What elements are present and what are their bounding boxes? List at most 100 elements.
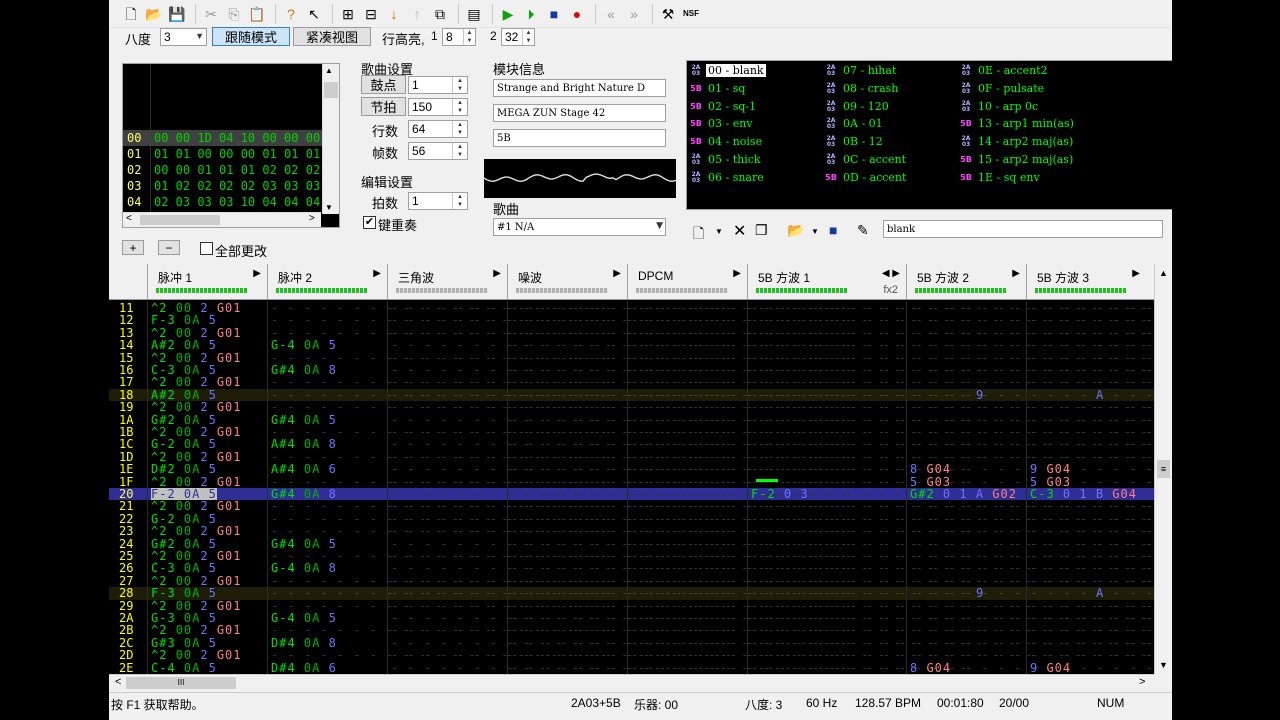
module-copyright-field[interactable]: 5B — [493, 129, 666, 147]
follow-mode-button[interactable]: 跟随模式 — [212, 27, 290, 46]
instrument-item[interactable]: 2A 03 09 - 120 — [825, 98, 891, 115]
spin-arrows-icon[interactable]: ▲ ▼ — [452, 99, 467, 115]
play-icon[interactable]: ▶ — [498, 4, 518, 24]
channel-arrow-icon[interactable]: ▶ — [493, 268, 501, 279]
add-frame-button[interactable]: + — [122, 240, 144, 255]
pattern-vscrollbar[interactable]: ▲ ≡ ▼ — [1154, 264, 1172, 674]
new-instrument-icon[interactable]: 🗋 — [693, 223, 704, 247]
instrument-item[interactable]: 5B 13 - arp1 min(as) — [960, 115, 1076, 132]
pattern-row[interactable]: 21 ^2 00 2 G01- - - - - - - - - - - - - -… — [109, 500, 1154, 513]
instrument-list[interactable]: 2A 03 00 - blank 5B 01 - sq 5B 02 - sq-1 5B 03 -… — [686, 60, 1172, 210]
instrument-item[interactable]: 2A 03 00 - blank — [690, 62, 766, 79]
scroll-left-icon[interactable]: < — [126, 213, 132, 224]
channel-header-2[interactable]: 三角波 ▶ — [387, 264, 507, 300]
instrument-item[interactable]: 2A 03 0E - accent2 — [960, 62, 1050, 79]
keyrepeat-checkbox[interactable]: ✔ — [363, 216, 376, 229]
spin-arrows-icon[interactable]: ▲ ▼ — [452, 143, 467, 159]
pointer-help-icon[interactable]: ↖ — [304, 4, 324, 24]
module-artist-field[interactable]: MEGA ZUN Stage 42 — [493, 104, 666, 122]
cut-icon[interactable]: ✂ — [201, 4, 221, 24]
channel-scroll-icon[interactable]: ◀ ▶ — [882, 268, 900, 279]
pattern-row[interactable]: 2B ^2 00 2 G01- - - - - - - - - - - - - -… — [109, 624, 1154, 637]
instrument-item[interactable]: 2A 03 14 - arp2 maj(as) — [960, 133, 1075, 150]
save-icon[interactable]: 💾 — [167, 4, 187, 24]
frame-hscrollbar[interactable]: < > — [123, 212, 321, 227]
load-instrument-icon[interactable]: 📂 — [787, 222, 804, 239]
spin-arrows-icon[interactable]: ▲ ▼ — [452, 77, 467, 93]
frame-row[interactable]: 00 00 00 1D 04 10 00 00 00 — [123, 130, 323, 146]
instrument-item[interactable]: 5B 02 - sq-1 — [690, 98, 758, 115]
instrument-item[interactable]: 2A 03 07 - hihat — [825, 62, 898, 79]
duplicate-frame-icon[interactable]: ⧉ — [430, 4, 450, 24]
channel-arrow-icon[interactable]: ▶ — [1132, 268, 1140, 279]
channel-arrow-icon[interactable]: ▶ — [733, 268, 741, 279]
song-select[interactable]: #1 N/A ▼ — [493, 218, 666, 236]
highlight2-spinner[interactable]: 32 ▲ ▼ — [501, 28, 535, 46]
scroll-right-icon[interactable]: > — [1139, 676, 1145, 688]
instrument-item[interactable]: 2A 03 10 - arp 0c — [960, 98, 1040, 115]
compact-view-button[interactable]: 紧凑视图 — [293, 27, 371, 46]
instrument-item[interactable]: 5B 0D - accent — [825, 169, 908, 186]
channel-arrow-icon[interactable]: ▶ — [373, 268, 381, 279]
frame-row[interactable]: 02 00 00 01 01 01 02 02 02 — [123, 162, 323, 178]
channel-arrow-icon[interactable]: ▶ — [253, 268, 261, 279]
channel-header-0[interactable]: 脉冲 1 ▶ — [147, 264, 267, 300]
new-file-icon[interactable]: 🗋 — [121, 4, 141, 24]
clone-instrument-icon[interactable]: ❐ — [755, 222, 768, 239]
scroll-down-icon[interactable]: ▼ — [1159, 660, 1168, 670]
pattern-row[interactable]: 26 C-3 0A 5 G-4 0A 8- - - - - - - - - - - … — [109, 562, 1154, 575]
beat-spinner[interactable]: 1 ▲ ▼ — [408, 76, 468, 94]
module-name-field[interactable]: Strange and Bright Nature D — [493, 79, 666, 97]
scroll-up-icon[interactable]: ▲ — [1159, 268, 1168, 278]
spin-arrows-icon[interactable]: ▲ ▼ — [452, 121, 467, 137]
instrument-item[interactable]: 2A 03 05 - thick — [690, 151, 763, 168]
remove-frame-button[interactable]: − — [158, 240, 180, 255]
channel-header-3[interactable]: 噪波 ▶ — [507, 264, 627, 300]
instrument-item[interactable]: 5B 15 - arp2 maj(as) — [960, 151, 1075, 168]
paste-icon[interactable]: 📋 — [247, 4, 267, 24]
spin-arrows-icon[interactable]: ▲ ▼ — [522, 29, 534, 45]
channel-header-4[interactable]: DPCM ▶ — [627, 264, 747, 300]
frame-list[interactable]: 00 00 00 1D 04 10 00 00 00 01 01 01 00 00 0… — [122, 63, 340, 228]
remove-frame-icon[interactable]: ⊟ — [361, 4, 381, 24]
tempo-button[interactable]: 节拍 — [361, 97, 406, 116]
instrument-item[interactable]: 2A 03 0B - 12 — [825, 133, 885, 150]
move-up-icon[interactable]: ↑ — [407, 4, 427, 24]
save-instrument-icon[interactable]: ■ — [829, 222, 837, 238]
spin-arrows-icon[interactable]: ▲ ▼ — [452, 193, 467, 209]
channel-header-1[interactable]: 脉冲 2 ▶ — [267, 264, 387, 300]
frame-vscroll-thumb[interactable] — [324, 82, 338, 98]
help-icon[interactable]: ? — [281, 4, 301, 24]
highlight1-spinner[interactable]: 8 ▲ ▼ — [442, 28, 476, 46]
scroll-right-icon[interactable]: > — [309, 213, 315, 224]
channel-arrow-icon[interactable]: ▶ — [613, 268, 621, 279]
pattern-editor[interactable]: 脉冲 1 ▶ 脉冲 2 ▶ 三角波 ▶ 噪波 ▶ DPCM ▶ 5B 方波 1 ◀ ▶ fx2 5B 方波… — [109, 264, 1172, 674]
pattern-rows[interactable]: 11 ^2 00 2 G01- - - - - - - - - - - - - -… — [109, 301, 1154, 674]
nsf-export-icon[interactable]: NSF — [681, 4, 701, 24]
prev-song-icon[interactable]: « — [601, 4, 621, 24]
move-down-icon[interactable]: ↓ — [384, 4, 404, 24]
next-song-icon[interactable]: » — [624, 4, 644, 24]
pattern-row[interactable]: 2E C-4 0A 5 D#4 0A 6 - - - - - - - - - - - … — [109, 661, 1154, 674]
octave-select[interactable]: 3 ▼ — [160, 28, 207, 46]
instrument-item[interactable]: 2A 03 06 - snare — [690, 169, 766, 186]
change-all-checkbox[interactable] — [200, 242, 213, 255]
channel-header-5[interactable]: 5B 方波 1 ◀ ▶ fx2 — [747, 264, 906, 300]
instrument-name-field[interactable]: blank — [883, 220, 1163, 238]
pattern-row[interactable]: 2D ^2 00 2 G01- - - - - - - - - - - - - -… — [109, 649, 1154, 662]
instrument-item[interactable]: 5B 04 - noise — [690, 133, 764, 150]
pattern-row[interactable]: 17 ^2 00 2 G01- - - - - - - - - - - - - -… — [109, 376, 1154, 389]
frame-row[interactable]: 04 02 03 03 03 10 04 04 04 — [123, 194, 323, 210]
spin-arrows-icon[interactable]: ▲ ▼ — [463, 29, 475, 45]
pattern-hscroll-thumb[interactable]: III — [126, 677, 236, 689]
instrument-item[interactable]: 2A 03 0F - pulsate — [960, 80, 1046, 97]
play-pattern-icon[interactable]: ⏵ — [521, 4, 541, 24]
channel-header-6[interactable]: 5B 方波 2 ▶ — [906, 264, 1026, 300]
frames-spinner[interactable]: 56 ▲ ▼ — [408, 142, 468, 160]
frame-vscrollbar[interactable]: ▲ ▼ — [322, 64, 339, 214]
scroll-down-icon[interactable]: ▼ — [325, 203, 333, 212]
step-spinner[interactable]: 1 ▲ ▼ — [408, 192, 468, 210]
pattern-row[interactable]: 12 F-3 0A 5- - - - - - - - - - - - - - - … — [109, 314, 1154, 327]
channel-header-7[interactable]: 5B 方波 3 ▶ — [1026, 264, 1146, 300]
chevron-down-icon[interactable]: ▼ — [715, 227, 723, 236]
